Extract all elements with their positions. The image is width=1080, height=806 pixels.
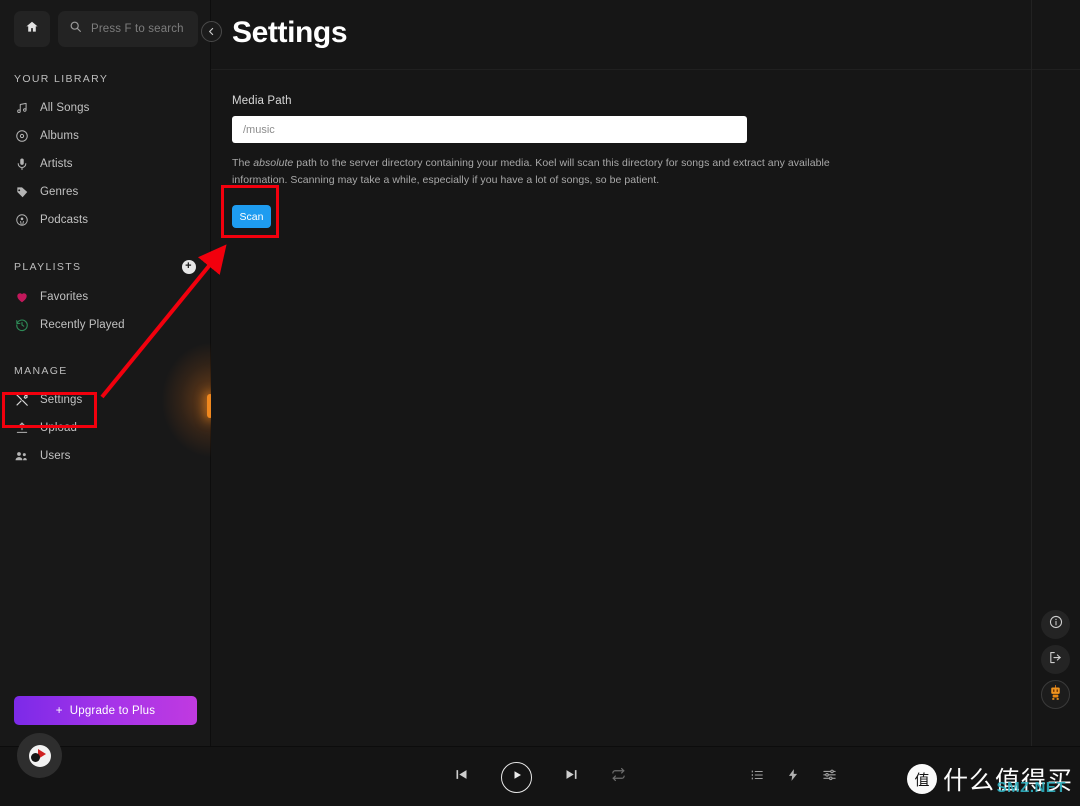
music-note-icon — [14, 101, 29, 116]
equalizer-icon — [822, 767, 837, 787]
search-input[interactable]: Press F to search — [58, 11, 198, 47]
robot-icon — [1047, 684, 1064, 706]
player-bar: 值 什么值得买 SMZ.NET — [0, 746, 1080, 806]
settings-form: Media Path The absolute path to the serv… — [211, 70, 1021, 228]
help-emphasis: absolute — [253, 157, 293, 169]
scan-button[interactable]: Scan — [232, 205, 271, 228]
next-icon — [564, 767, 579, 787]
upgrade-to-plus-button[interactable]: + Upgrade to Plus — [14, 696, 197, 725]
watermark-badge: 值 — [907, 764, 937, 794]
tag-icon — [14, 185, 29, 200]
sidebar-item-favorites[interactable]: Favorites — [0, 283, 210, 311]
page-title: Settings — [232, 16, 347, 50]
help-prefix: The — [232, 157, 253, 169]
upgrade-label: Upgrade to Plus — [70, 705, 155, 717]
sidebar-item-upload[interactable]: Upload — [0, 414, 210, 442]
sidebar-item-users[interactable]: Users — [0, 442, 210, 470]
previous-track-button[interactable] — [454, 767, 469, 787]
media-path-help-text: The absolute path to the server director… — [232, 155, 832, 188]
play-icon — [511, 768, 523, 786]
heart-icon — [14, 290, 29, 305]
media-path-input[interactable] — [232, 116, 747, 143]
media-path-label: Media Path — [232, 95, 1021, 107]
player-right-controls — [750, 747, 837, 806]
sidebar-item-settings[interactable]: Settings — [0, 386, 210, 414]
search-icon — [69, 20, 82, 38]
microphone-icon — [14, 157, 29, 172]
mascot-button[interactable] — [1041, 680, 1070, 709]
sidebar-item-label: Albums — [40, 130, 79, 142]
koel-app-window: Press F to search YOUR LIBRARY All Songs… — [0, 0, 1080, 806]
section-title: YOUR LIBRARY — [14, 73, 108, 85]
next-track-button[interactable] — [564, 767, 579, 787]
chevron-left-icon — [207, 23, 216, 41]
upload-icon — [14, 421, 29, 436]
sidebar-item-genres[interactable]: Genres — [0, 178, 210, 206]
section-title: PLAYLISTS — [14, 261, 81, 273]
sidebar-item-label: Recently Played — [40, 319, 125, 331]
podcast-icon — [14, 213, 29, 228]
sidebar-item-recently-played[interactable]: Recently Played — [0, 311, 210, 339]
logout-icon — [1048, 650, 1063, 670]
equalizer-button[interactable] — [822, 767, 837, 787]
sidebar-item-label: Users — [40, 450, 71, 462]
add-playlist-button[interactable]: + — [182, 260, 196, 274]
info-icon — [1049, 615, 1063, 634]
users-icon — [14, 449, 29, 464]
queue-button[interactable] — [750, 768, 764, 787]
lightning-icon — [786, 768, 800, 787]
sidebar-item-label: All Songs — [40, 102, 89, 114]
sidebar-item-label: Genres — [40, 186, 78, 198]
wrench-screwdriver-icon — [14, 393, 29, 408]
main-header: Settings — [211, 0, 1080, 70]
plus-icon: + — [56, 705, 63, 717]
sidebar-item-label: Upload — [40, 422, 77, 434]
help-body: path to the server directory containing … — [232, 157, 830, 186]
sidebar-item-all-songs[interactable]: All Songs — [0, 94, 210, 122]
repeat-icon — [611, 767, 626, 787]
floating-action-buttons — [1041, 610, 1070, 709]
section-title: MANAGE — [14, 365, 68, 377]
sidebar-item-label: Artists — [40, 158, 73, 170]
home-button[interactable] — [14, 11, 50, 47]
watermark-subtext: SMZ.NET — [997, 779, 1066, 796]
sidebar-section-playlists-header: PLAYLISTS + — [0, 260, 210, 274]
queue-list-icon — [750, 768, 764, 787]
sidebar-item-label: Podcasts — [40, 214, 88, 226]
sidebar-section-manage-header: MANAGE — [0, 365, 210, 377]
search-placeholder: Press F to search — [91, 23, 184, 35]
logout-button[interactable] — [1041, 645, 1070, 674]
visualizer-button[interactable] — [786, 768, 800, 787]
history-icon — [14, 318, 29, 333]
previous-icon — [454, 767, 469, 787]
home-icon — [25, 20, 39, 39]
repeat-button[interactable] — [611, 767, 626, 787]
sidebar: Press F to search YOUR LIBRARY All Songs… — [0, 0, 211, 746]
info-button[interactable] — [1041, 610, 1070, 639]
sidebar-header: Press F to search — [0, 0, 210, 47]
sidebar-item-label: Favorites — [40, 291, 88, 303]
main-content: Settings Media Path The absolute path to… — [211, 0, 1080, 746]
collapse-sidebar-button[interactable] — [201, 21, 222, 42]
sidebar-item-podcasts[interactable]: Podcasts — [0, 206, 210, 234]
sidebar-item-albums[interactable]: Albums — [0, 122, 210, 150]
sidebar-section-library-header: YOUR LIBRARY — [0, 73, 210, 85]
sidebar-item-artists[interactable]: Artists — [0, 150, 210, 178]
play-button[interactable] — [501, 762, 532, 793]
disc-icon — [14, 129, 29, 144]
sidebar-item-label: Settings — [40, 394, 82, 406]
